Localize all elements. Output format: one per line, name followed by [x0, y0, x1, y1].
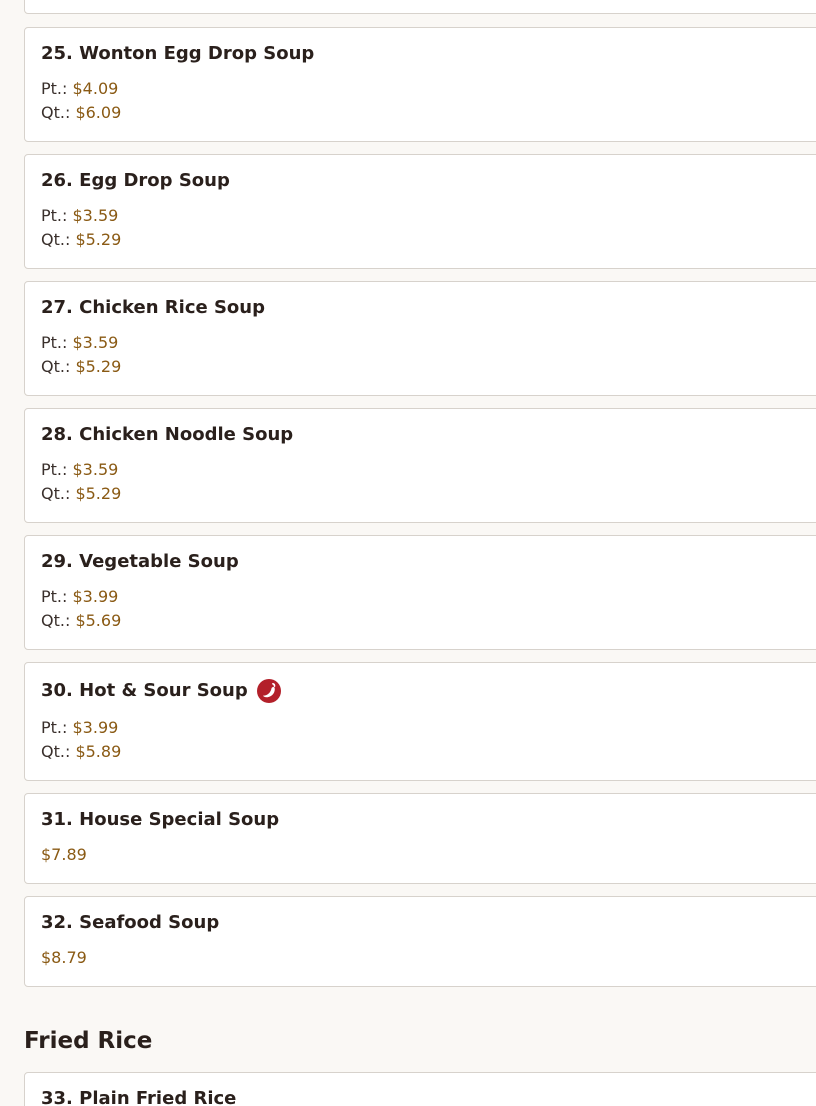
- price-label: Qt.:: [41, 103, 71, 122]
- menu-item-card[interactable]: 29. Vegetable Soup Pt.: $3.99 Qt.: $5.69: [24, 535, 816, 650]
- price-label: Pt.:: [41, 333, 68, 352]
- price-label: Pt.:: [41, 587, 68, 606]
- menu-item-card[interactable]: 26. Egg Drop Soup Pt.: $3.59 Qt.: $5.29: [24, 154, 816, 269]
- chili-pepper-icon: [256, 679, 281, 703]
- price-single: $8.79: [41, 948, 87, 968]
- price-pint: Pt.: $3.99: [41, 718, 118, 738]
- menu-item-title: 26. Egg Drop Soup: [41, 170, 230, 191]
- price-value: $8.79: [41, 948, 87, 967]
- price-label: Qt.:: [41, 611, 71, 630]
- price-pint: Pt.: $3.59: [41, 206, 118, 226]
- price-label: Pt.:: [41, 206, 68, 225]
- menu-item-card[interactable]: 31. House Special Soup $7.89: [24, 793, 816, 884]
- menu-page: 25. Wonton Egg Drop Soup Pt.: $4.09 Qt.:…: [0, 0, 816, 1106]
- price-value: $3.59: [72, 460, 119, 479]
- menu-item-title: 27. Chicken Rice Soup: [41, 297, 265, 318]
- price-label: Pt.:: [41, 718, 68, 737]
- price-label: Qt.:: [41, 230, 71, 249]
- menu-item-title: 31. House Special Soup: [41, 809, 280, 830]
- price-value: $3.59: [72, 206, 119, 225]
- price-value: $3.99: [72, 718, 119, 737]
- price-value: $5.89: [75, 742, 122, 761]
- menu-item-card[interactable]: 28. Chicken Noodle Soup Pt.: $3.59 Qt.: …: [24, 408, 816, 523]
- menu-item-card-previous[interactable]: [24, 0, 816, 14]
- price-pint: Pt.: $4.09: [41, 79, 118, 99]
- menu-item-card[interactable]: 27. Chicken Rice Soup Pt.: $3.59 Qt.: $5…: [24, 281, 816, 396]
- menu-item-title: 29. Vegetable Soup: [41, 551, 239, 572]
- section-title: Fried Rice: [24, 1028, 153, 1054]
- price-label: Qt.:: [41, 357, 71, 376]
- price-value: $5.29: [75, 357, 122, 376]
- price-value: $5.69: [75, 611, 122, 630]
- price-quart: Qt.: $5.29: [41, 484, 121, 504]
- price-quart: Qt.: $5.89: [41, 742, 121, 762]
- menu-item-title: 32. Seafood Soup: [41, 912, 220, 933]
- price-value: $3.59: [72, 333, 119, 352]
- price-value: $3.99: [72, 587, 119, 606]
- price-pint: Pt.: $3.59: [41, 460, 118, 480]
- price-pint: Pt.: $3.99: [41, 587, 118, 607]
- price-quart: Qt.: $5.29: [41, 230, 121, 250]
- menu-item-title: 33. Plain Fried Rice: [41, 1088, 237, 1106]
- menu-item-title: 28. Chicken Noodle Soup: [41, 424, 294, 445]
- menu-item-title-row: 30. Hot & Sour Soup: [41, 678, 281, 704]
- menu-item-card[interactable]: 25. Wonton Egg Drop Soup Pt.: $4.09 Qt.:…: [24, 27, 816, 142]
- price-quart: Qt.: $5.69: [41, 611, 121, 631]
- price-value: $5.29: [75, 484, 122, 503]
- price-pint: Pt.: $3.59: [41, 333, 118, 353]
- price-quart: Qt.: $5.29: [41, 357, 121, 377]
- price-label: Qt.:: [41, 742, 71, 761]
- price-value: $5.29: [75, 230, 122, 249]
- price-value: $6.09: [75, 103, 122, 122]
- price-quart: Qt.: $6.09: [41, 103, 121, 123]
- price-single: $7.89: [41, 845, 87, 865]
- price-value: $7.89: [41, 845, 87, 864]
- menu-item-card[interactable]: 32. Seafood Soup $8.79: [24, 896, 816, 987]
- price-label: Pt.:: [41, 79, 68, 98]
- menu-item-card[interactable]: 33. Plain Fried Rice: [24, 1072, 816, 1106]
- menu-item-title: 25. Wonton Egg Drop Soup: [41, 43, 315, 64]
- price-value: $4.09: [72, 79, 119, 98]
- menu-item-card[interactable]: 30. Hot & Sour Soup Pt.: $3.99 Qt.: $5.8…: [24, 662, 816, 781]
- price-label: Qt.:: [41, 484, 71, 503]
- price-label: Pt.:: [41, 460, 68, 479]
- menu-item-title: 30. Hot & Sour Soup: [41, 680, 248, 701]
